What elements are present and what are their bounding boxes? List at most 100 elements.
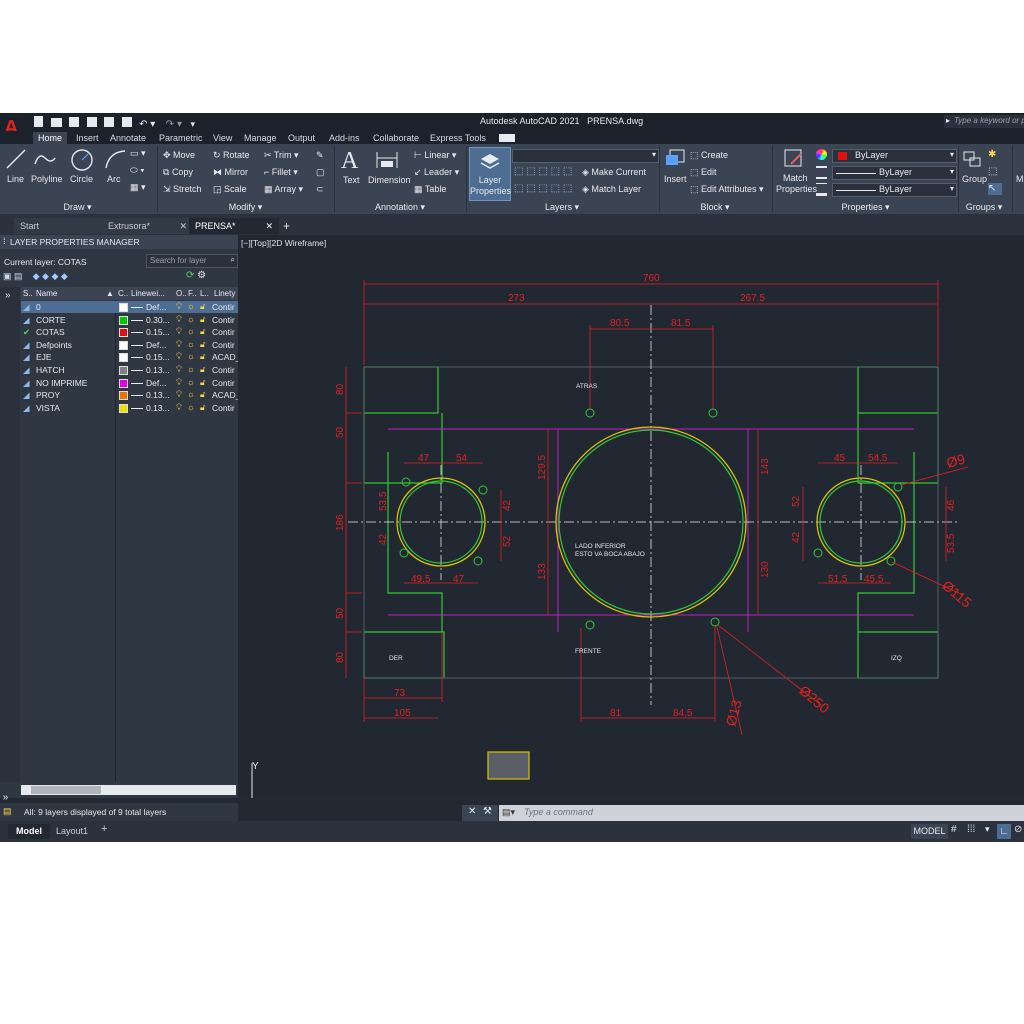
layer-color-swatch[interactable]	[119, 391, 128, 401]
unlock-icon[interactable]: 🔓︎	[200, 377, 206, 388]
unlock-icon[interactable]: 🔓︎	[200, 339, 206, 350]
sun-icon[interactable]: ☼	[187, 364, 195, 374]
match-properties-label-2[interactable]: Properties	[776, 184, 817, 194]
col-color[interactable]: C..	[118, 289, 128, 298]
expand-filter-icon[interactable]: »	[5, 290, 11, 301]
save-as-icon[interactable]	[86, 117, 97, 127]
layer-color-swatch[interactable]	[119, 303, 128, 312]
create-block-button[interactable]: ⬚ Create	[690, 150, 728, 161]
mirror-button[interactable]: ⧓ Mirror	[213, 167, 248, 178]
layer-search-input[interactable]: Search for layer	[150, 256, 206, 265]
unlock-icon[interactable]: 🔓︎	[200, 314, 206, 325]
layer-lineweight[interactable]: 0.13...	[146, 365, 170, 375]
layer-status-icon[interactable]: ◢	[23, 340, 30, 351]
layer-status-icon[interactable]: ◢	[23, 352, 30, 363]
tab-insert[interactable]: Insert	[71, 132, 104, 144]
explode-icon[interactable]: ▢	[316, 167, 325, 178]
lightbulb-icon[interactable]: 💡︎	[176, 377, 182, 388]
layer-name[interactable]: VISTA	[36, 403, 60, 413]
layer-tools-row-1[interactable]: ⬚ ⬚ ⬚ ⬚ ⬚	[514, 166, 572, 177]
lightbulb-icon[interactable]: 💡︎	[176, 389, 182, 400]
undo-icon[interactable]: ↶ ▾	[139, 119, 155, 130]
new-group-filter-icon[interactable]: ▤	[14, 271, 23, 281]
lightbulb-icon[interactable]: 💡︎	[176, 314, 182, 325]
lightbulb-icon[interactable]: 💡︎	[176, 402, 182, 413]
drawing-canvas[interactable]: [−][Top][2D Wireframe] 760 273 267.5 80.…	[238, 235, 1024, 798]
layer-color-swatch[interactable]	[119, 340, 128, 350]
unlock-icon[interactable]: 🔓︎	[200, 351, 206, 362]
layer-row[interactable]: ◢ CORTE 0.30... 💡︎ ☼ 🔓︎ Contir	[21, 314, 238, 326]
new-file-icon[interactable]	[34, 116, 43, 127]
ribbon-options-icon[interactable]	[499, 134, 515, 142]
layer-linetype[interactable]: Contir	[212, 403, 235, 413]
group-icon[interactable]	[962, 148, 984, 170]
copy-button[interactable]: ⧉ Copy	[163, 167, 193, 178]
tab-express-tools[interactable]: Express Tools	[425, 132, 491, 144]
layer-status-icon[interactable]: ◢	[23, 302, 30, 313]
group-selection-icon[interactable]: ↖	[988, 183, 1002, 195]
sun-icon[interactable]: ☼	[187, 377, 195, 387]
layer-row[interactable]: ◢ PROY 0.13... 💡︎ ☼ 🔓︎ ACAD_	[21, 389, 240, 401]
color-wheel-icon[interactable]	[816, 149, 827, 160]
unlock-icon[interactable]: 🔓︎	[200, 364, 206, 375]
tab-model[interactable]: Model	[8, 824, 50, 839]
lightbulb-icon[interactable]: 💡︎	[176, 326, 182, 337]
layer-dropdown[interactable]: ▾	[512, 149, 659, 163]
groups-panel-title[interactable]: Groups ▾	[959, 201, 1009, 213]
layer-name[interactable]: HATCH	[36, 365, 65, 375]
block-panel-title[interactable]: Block ▾	[660, 201, 770, 213]
layer-name[interactable]: EJE	[36, 352, 52, 362]
print-icon[interactable]	[121, 117, 132, 127]
layer-color-swatch[interactable]	[119, 353, 128, 363]
close-icon[interactable]: ✕	[179, 218, 187, 234]
ortho-icon[interactable]: ⊘	[1014, 824, 1022, 835]
unlock-icon[interactable]: 🔓︎	[200, 402, 206, 413]
tab-output[interactable]: Output	[283, 132, 320, 144]
model-space-button[interactable]: MODEL	[911, 824, 948, 839]
linetype-dropdown[interactable]: ByLayer ▾	[832, 166, 957, 180]
stretch-button[interactable]: ⇲ Stretch	[163, 184, 202, 195]
file-tab-extrusora[interactable]: Extrusora* ✕	[102, 218, 193, 234]
layer-lineweight[interactable]: 0.15...	[146, 352, 170, 362]
horizontal-scrollbar[interactable]	[21, 785, 236, 795]
layer-lineweight[interactable]: 0.15...	[146, 327, 170, 337]
tab-view[interactable]: View	[208, 132, 237, 144]
hatch-icon[interactable]: ▦ ▾	[130, 182, 146, 193]
layer-row[interactable]: ◢ 0 Def... 💡︎ ☼ 🔓︎ Contir	[21, 301, 238, 313]
layer-linetype[interactable]: ACAD_	[212, 390, 240, 400]
tab-home[interactable]: Home	[33, 132, 68, 144]
lightbulb-icon[interactable]: 💡︎	[176, 301, 182, 312]
infer-constraints-icon[interactable]: ∟	[997, 824, 1011, 839]
col-name[interactable]: Name	[36, 289, 57, 298]
file-tab-prensa[interactable]: PRENSA* ✕	[189, 218, 279, 234]
recent-commands-icon[interactable]: ▤▾	[502, 807, 515, 818]
close-icon[interactable]: ✕	[468, 806, 476, 817]
layer-name[interactable]: PROY	[36, 390, 60, 400]
polyline-button[interactable]: Polyline	[31, 174, 63, 184]
layer-color-swatch[interactable]	[119, 315, 128, 325]
layer-status-icon[interactable]: ◢	[23, 390, 30, 401]
tab-layout1[interactable]: Layout1	[48, 824, 96, 839]
scrollbar-thumb[interactable]	[31, 786, 101, 794]
layer-linetype[interactable]: Contir	[212, 378, 235, 388]
match-properties-icon[interactable]	[783, 148, 805, 170]
snap-icon[interactable]: ⁞⁞⁞	[967, 824, 975, 835]
circle-icon[interactable]	[70, 148, 94, 172]
line-button[interactable]: Line	[7, 174, 24, 184]
draw-panel-title[interactable]: Draw ▾	[0, 201, 155, 213]
layer-row[interactable]: ◢ EJE 0.15... 💡︎ ☼ 🔓︎ ACAD_	[21, 351, 240, 363]
utilities-button[interactable]: M	[1016, 174, 1024, 184]
col-on[interactable]: O..	[176, 289, 187, 298]
layer-linetype[interactable]: Contir	[212, 315, 235, 325]
match-properties-label[interactable]: Match	[783, 173, 808, 183]
set-current-icon[interactable]: ◆	[61, 271, 68, 281]
lineweight-dropdown[interactable]: ByLayer ▾	[832, 183, 957, 197]
layer-states-icon[interactable]: ▤	[3, 806, 12, 817]
search-box[interactable]: ▸ Type a keyword or phr	[944, 115, 1024, 128]
command-input[interactable]: Type a command	[524, 807, 593, 817]
layer-name[interactable]: CORTE	[36, 315, 66, 325]
layer-color-swatch[interactable]	[119, 403, 128, 413]
layer-name[interactable]: NO IMPRIME	[36, 378, 87, 388]
layer-linetype[interactable]: Contir	[212, 302, 235, 312]
unlock-icon[interactable]: 🔓︎	[200, 389, 206, 400]
